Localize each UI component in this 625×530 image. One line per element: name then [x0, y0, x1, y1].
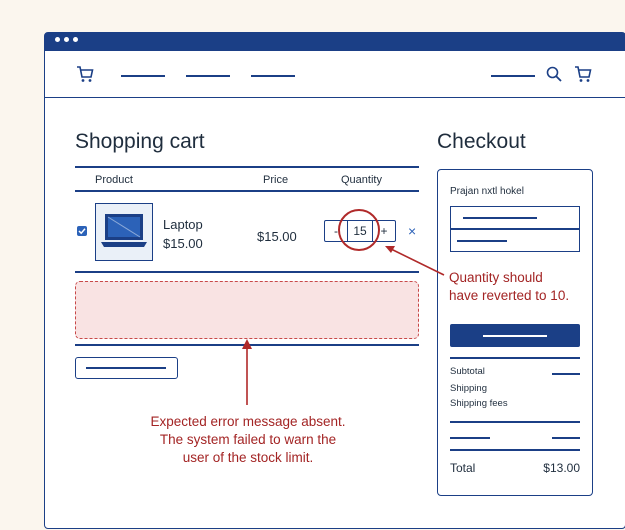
- item-name[interactable]: Laptop: [163, 217, 203, 232]
- item-price: $15.00: [257, 229, 297, 244]
- column-header-quantity: Quantity: [341, 174, 382, 186]
- annotation-line: Expected error message absent.: [150, 414, 346, 429]
- missing-error-message-area: [75, 281, 419, 339]
- checkbox-checked-icon: [78, 228, 86, 235]
- arrowhead-icon: [385, 246, 395, 253]
- laptop-thumbnail[interactable]: [95, 203, 153, 261]
- subtotal-label: Subtotal: [450, 366, 485, 377]
- summary-line: [552, 437, 580, 439]
- field-placeholder-line: [457, 240, 507, 242]
- checkout-title: Checkout: [437, 130, 526, 153]
- annotation-line: The system failed to warn the: [159, 432, 337, 447]
- summary-line: [450, 437, 490, 439]
- divider: [450, 421, 580, 423]
- browser-window: Shopping cart Checkout Product Price Qua…: [44, 32, 625, 529]
- divider: [75, 344, 419, 346]
- checkout-panel: Prajan nxtl hokel Subtotal Shipping Ship…: [437, 169, 593, 496]
- nav-link[interactable]: [121, 75, 165, 77]
- field-separator: [451, 228, 579, 230]
- field-placeholder-line: [463, 217, 537, 219]
- checkout-label: Prajan nxtl hokel: [450, 186, 524, 197]
- window-dot-icon[interactable]: [55, 37, 60, 42]
- search-icon[interactable]: [545, 65, 563, 83]
- site-navbar: [45, 51, 625, 98]
- annotation-circle: [338, 209, 380, 251]
- nav-link[interactable]: [186, 75, 230, 77]
- window-titlebar: [45, 33, 625, 51]
- item-checkbox[interactable]: [77, 226, 87, 236]
- divider: [75, 271, 419, 273]
- address-field-group[interactable]: [450, 206, 580, 252]
- error-annotation: Expected error message absent. The syste…: [113, 413, 383, 467]
- window-dot-icon[interactable]: [73, 37, 78, 42]
- laptop-icon: [101, 214, 147, 247]
- divider: [450, 357, 580, 359]
- cart-title: Shopping cart: [75, 130, 205, 153]
- cart-icon[interactable]: [75, 64, 95, 84]
- shipping-fees-label: Shipping fees: [450, 398, 508, 409]
- window-dot-icon[interactable]: [64, 37, 69, 42]
- total-label: Total: [450, 461, 476, 475]
- column-header-product: Product: [95, 174, 133, 186]
- window-controls: [55, 37, 78, 42]
- coupon-input[interactable]: [75, 357, 178, 379]
- column-header-price: Price: [263, 174, 289, 186]
- total-value: $13.00: [543, 461, 580, 475]
- checkout-button[interactable]: [450, 324, 580, 347]
- divider: [75, 166, 419, 168]
- nav-link[interactable]: [251, 75, 295, 77]
- subtotal-value-line: [552, 373, 580, 375]
- divider: [75, 190, 419, 192]
- item-unit-price: $15.00: [163, 236, 203, 251]
- coupon-placeholder-line: [86, 367, 166, 369]
- divider: [450, 449, 580, 451]
- annotation-line: user of the stock limit.: [182, 450, 314, 465]
- close-icon[interactable]: ×: [408, 223, 416, 239]
- shipping-label: Shipping: [450, 383, 487, 394]
- button-label-line: [483, 335, 547, 337]
- cart-icon[interactable]: [573, 64, 593, 84]
- nav-link[interactable]: [491, 75, 535, 77]
